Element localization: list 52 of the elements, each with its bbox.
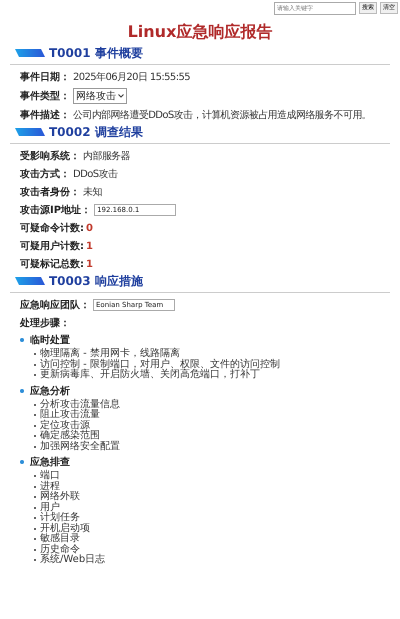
- field-label: 可疑标记总数:: [20, 258, 84, 271]
- field-label: 攻击方式：: [20, 167, 70, 181]
- heading-banner-icon: [15, 277, 45, 285]
- count-value: 1: [86, 240, 93, 252]
- field-label: 事件类型：: [20, 90, 70, 103]
- section-heading: T0002 调查结果: [49, 124, 143, 140]
- field-label: 攻击源IP地址：: [20, 204, 92, 217]
- heading-banner-icon: [15, 128, 45, 136]
- field-label: 受影响系统：: [20, 150, 80, 163]
- step-item: 定位攻击源: [40, 420, 90, 430]
- field-label: 可疑用户计数:: [20, 239, 84, 253]
- field-label: 应急响应团队：: [20, 298, 90, 312]
- step-item: 网络外联: [40, 492, 80, 502]
- step-item: 进程: [40, 482, 60, 492]
- step-item: 加强网络安全配置: [40, 442, 120, 452]
- count-value: 0: [86, 222, 93, 234]
- step-title: 应急分析: [30, 384, 70, 398]
- field-value: 公司内部网络遭受DDoS攻击，计算机资源被占用造成网络服务不可用。: [73, 108, 372, 122]
- bullet-icon: [20, 460, 24, 464]
- field-value: 内部服务器: [83, 150, 130, 163]
- heading-banner-icon: [15, 49, 45, 57]
- step-item: 开机启动项: [40, 524, 90, 534]
- field-label: 处理步骤：: [20, 316, 70, 330]
- type-dropdown[interactable]: 网络攻击: [73, 88, 127, 104]
- caret-icon: [118, 94, 124, 98]
- step-item: 历史命令: [40, 544, 80, 554]
- step-item: 确定感染范围: [40, 431, 100, 441]
- step-item: 访问控制 - 限制端口，对用户、权限、文件的访问控制: [40, 360, 280, 370]
- step-item: 计划任务: [40, 513, 80, 523]
- step-item: 更新病毒库、开启防火墙、关闭高危端口，打补丁: [40, 370, 260, 380]
- field-label: 事件描述：: [20, 108, 70, 122]
- section-heading: T0003 响应措施: [49, 272, 143, 290]
- step-item: 分析攻击流量信息: [40, 400, 120, 410]
- field-label: 可疑命令计数:: [20, 222, 84, 235]
- field-value: 2025年06月20日 15:55:55: [73, 71, 190, 84]
- field-label: 事件日期：: [20, 70, 70, 84]
- bullet-icon: [20, 388, 24, 392]
- field-value: DDoS攻击: [73, 168, 118, 181]
- bullet-icon: [20, 338, 24, 342]
- field-label: 攻击者身份：: [20, 186, 80, 199]
- section-heading: T0001 事件概要: [49, 44, 143, 62]
- step-item: 端口: [40, 471, 60, 481]
- report-title: Linux应急响应报告: [126, 22, 274, 43]
- step-item: 用户: [40, 502, 60, 512]
- step-item: 系统/Web日志: [40, 555, 106, 566]
- count-value: 1: [86, 258, 93, 270]
- step-item: 物理隔离 - 禁用网卡，线路隔离: [40, 349, 180, 359]
- step-title: 临时处置: [30, 334, 70, 347]
- step-item: 敏感目录: [40, 534, 80, 544]
- step-title: 应急排查: [30, 455, 70, 469]
- field-value: 未知: [83, 186, 102, 199]
- step-item: 阻止攻击流量: [40, 410, 100, 420]
